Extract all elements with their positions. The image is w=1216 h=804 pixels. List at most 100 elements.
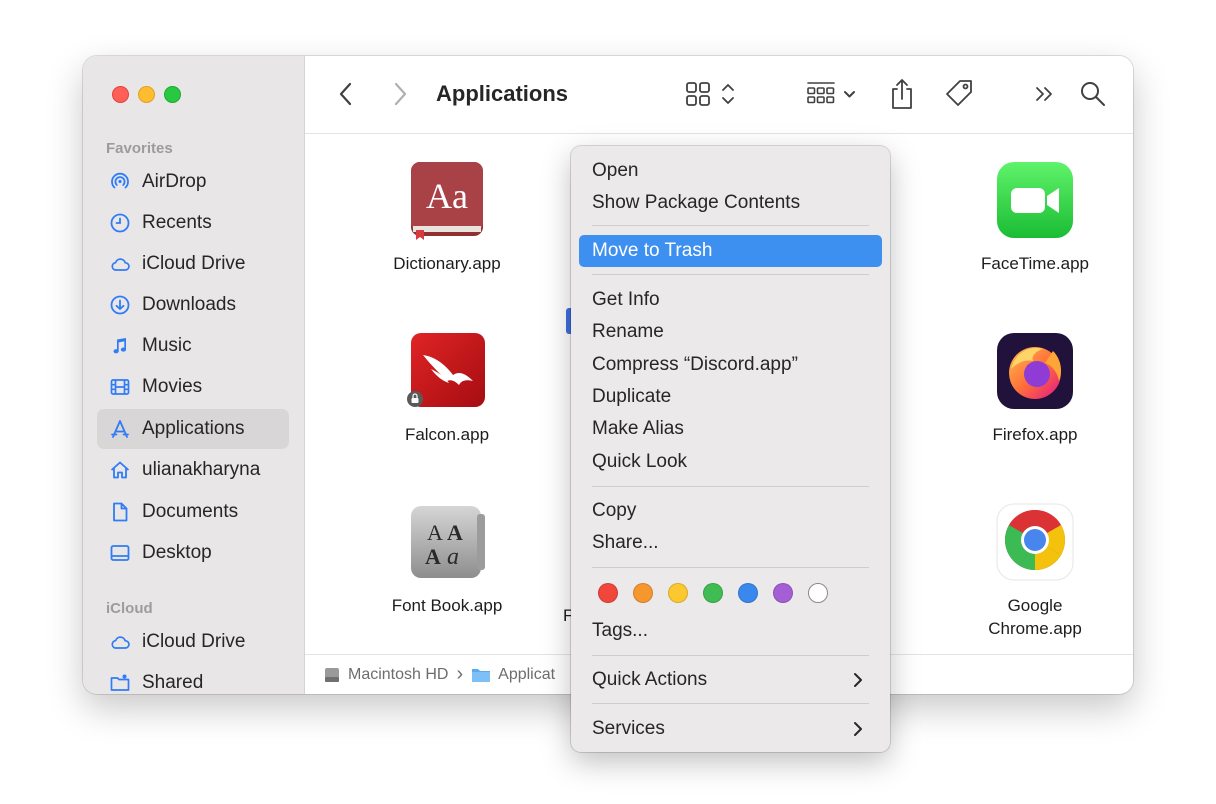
menu-item-show-package-contents[interactable]: Show Package Contents [579, 187, 882, 219]
sidebar-item-label: Applications [142, 418, 245, 439]
chevron-left-icon [339, 82, 352, 106]
sidebar-item-desktop[interactable]: Desktop [97, 533, 289, 573]
sidebar-item-applications[interactable]: Applications [97, 409, 289, 449]
file-name: Falcon.app [404, 425, 490, 444]
path-segment-disk[interactable]: Macintosh HD [323, 666, 448, 684]
svg-text:a: a [447, 544, 459, 570]
file-item-google-chrome[interactable]: Google Chrome.app [945, 502, 1125, 640]
menu-item-share[interactable]: Share... [579, 527, 882, 559]
chevron-right-icon [854, 673, 862, 687]
sidebar-item-icloud-drive[interactable]: iCloud Drive [97, 244, 289, 284]
falcon-app-icon [407, 331, 487, 411]
menu-item-duplicate[interactable]: Duplicate [579, 381, 882, 413]
sidebar-item-downloads[interactable]: Downloads [97, 285, 289, 325]
sidebar-item-recents[interactable]: Recents [97, 203, 289, 243]
search-icon [1081, 82, 1105, 106]
file-name: FaceTime.app [980, 254, 1090, 273]
sidebar-item-label: Downloads [142, 294, 236, 315]
share-button[interactable] [888, 76, 916, 112]
file-name: Firefox.app [992, 425, 1078, 444]
tag-blue[interactable] [738, 583, 758, 603]
sidebar-item-label: iCloud Drive [142, 631, 246, 652]
file-item-dictionary[interactable]: Aa Dictionary.app [357, 160, 537, 275]
svg-text:A: A [427, 520, 443, 545]
menu-separator [592, 225, 869, 226]
sidebar-item-music[interactable]: Music [97, 326, 289, 366]
sidebar-item-home[interactable]: ulianakharyna [97, 450, 289, 490]
menu-item-move-to-trash[interactable]: Move to Trash [579, 235, 882, 267]
home-icon [110, 461, 130, 479]
tag-green[interactable] [703, 583, 723, 603]
more-toolbar-button[interactable] [1032, 76, 1058, 112]
tag-yellow[interactable] [668, 583, 688, 603]
toolbar: Applications [305, 56, 1133, 134]
firefox-app-icon [995, 331, 1075, 411]
close-window-button[interactable] [112, 86, 129, 103]
file-name-line2: Chrome.app [988, 619, 1082, 638]
file-name-line1: Google [1007, 596, 1063, 615]
path-segment-applications[interactable]: Applicat [471, 666, 555, 684]
tags-button[interactable] [942, 76, 976, 112]
sidebar-item-icloud-drive-2[interactable]: iCloud Drive [97, 622, 289, 662]
group-grid-icon [807, 82, 855, 104]
menu-item-label: Services [592, 718, 665, 739]
share-icon [892, 79, 912, 109]
menu-separator [592, 486, 869, 487]
menu-item-quick-actions[interactable]: Quick Actions [579, 664, 882, 696]
forward-button[interactable] [389, 76, 411, 112]
sidebar-item-label: Recents [142, 212, 212, 233]
sidebar: Favorites AirDrop Recents iCloud Drive D… [83, 56, 305, 694]
tag-icon [946, 80, 972, 106]
zoom-window-button[interactable] [164, 86, 181, 103]
file-item-font-book[interactable]: A A A a Font Book.app [357, 502, 537, 617]
file-item-facetime[interactable]: FaceTime.app [945, 160, 1125, 275]
file-name: Font Book.app [391, 596, 503, 615]
sidebar-item-movies[interactable]: Movies [97, 367, 289, 407]
sidebar-item-label: Documents [142, 501, 239, 522]
search-button[interactable] [1078, 76, 1108, 112]
tag-red[interactable] [598, 583, 618, 603]
svg-text:A: A [447, 520, 463, 545]
tag-color-row [598, 583, 828, 603]
menu-separator [592, 655, 869, 656]
menu-item-make-alias[interactable]: Make Alias [579, 413, 882, 445]
svg-text:Aa: Aa [426, 176, 468, 216]
file-item-firefox[interactable]: Firefox.app [945, 331, 1125, 446]
music-note-icon [113, 338, 127, 354]
chrome-app-icon [995, 502, 1075, 582]
back-button[interactable] [335, 76, 357, 112]
menu-separator [592, 274, 869, 275]
menu-item-tags[interactable]: Tags... [579, 615, 882, 647]
tag-orange[interactable] [633, 583, 653, 603]
sidebar-item-documents[interactable]: Documents [97, 492, 289, 532]
menu-item-open[interactable]: Open [579, 155, 882, 187]
sidebar-item-label: Shared [142, 672, 204, 693]
cloud-icon [111, 636, 130, 649]
applications-icon [111, 420, 129, 438]
path-separator: › [456, 663, 464, 685]
menu-item-copy[interactable]: Copy [579, 495, 882, 527]
svg-text:A: A [425, 544, 441, 569]
menu-item-rename[interactable]: Rename [579, 316, 882, 348]
view-mode-button[interactable] [685, 76, 739, 112]
sidebar-item-airdrop[interactable]: AirDrop [97, 162, 289, 202]
facetime-app-icon [995, 160, 1075, 240]
tag-gray[interactable] [808, 583, 828, 603]
tag-purple[interactable] [773, 583, 793, 603]
hard-disk-icon [325, 667, 339, 682]
group-by-button[interactable] [805, 76, 859, 112]
file-item-falcon[interactable]: Falcon.app [357, 331, 537, 446]
menu-item-get-info[interactable]: Get Info [579, 284, 882, 316]
minimize-window-button[interactable] [138, 86, 155, 103]
sidebar-item-label: iCloud Drive [142, 253, 246, 274]
font-book-app-icon: A A A a [407, 502, 487, 582]
context-menu: Open Show Package Contents Move to Trash… [571, 146, 890, 752]
sidebar-item-label: AirDrop [142, 171, 207, 192]
menu-item-quick-look[interactable]: Quick Look [579, 446, 882, 478]
dictionary-app-icon: Aa [407, 160, 487, 240]
menu-item-services[interactable]: Services [579, 713, 882, 745]
sidebar-item-shared[interactable]: Shared [97, 663, 289, 694]
menu-item-compress[interactable]: Compress “Discord.app” [579, 349, 882, 381]
airdrop-icon [111, 172, 129, 189]
menu-separator [592, 567, 869, 568]
